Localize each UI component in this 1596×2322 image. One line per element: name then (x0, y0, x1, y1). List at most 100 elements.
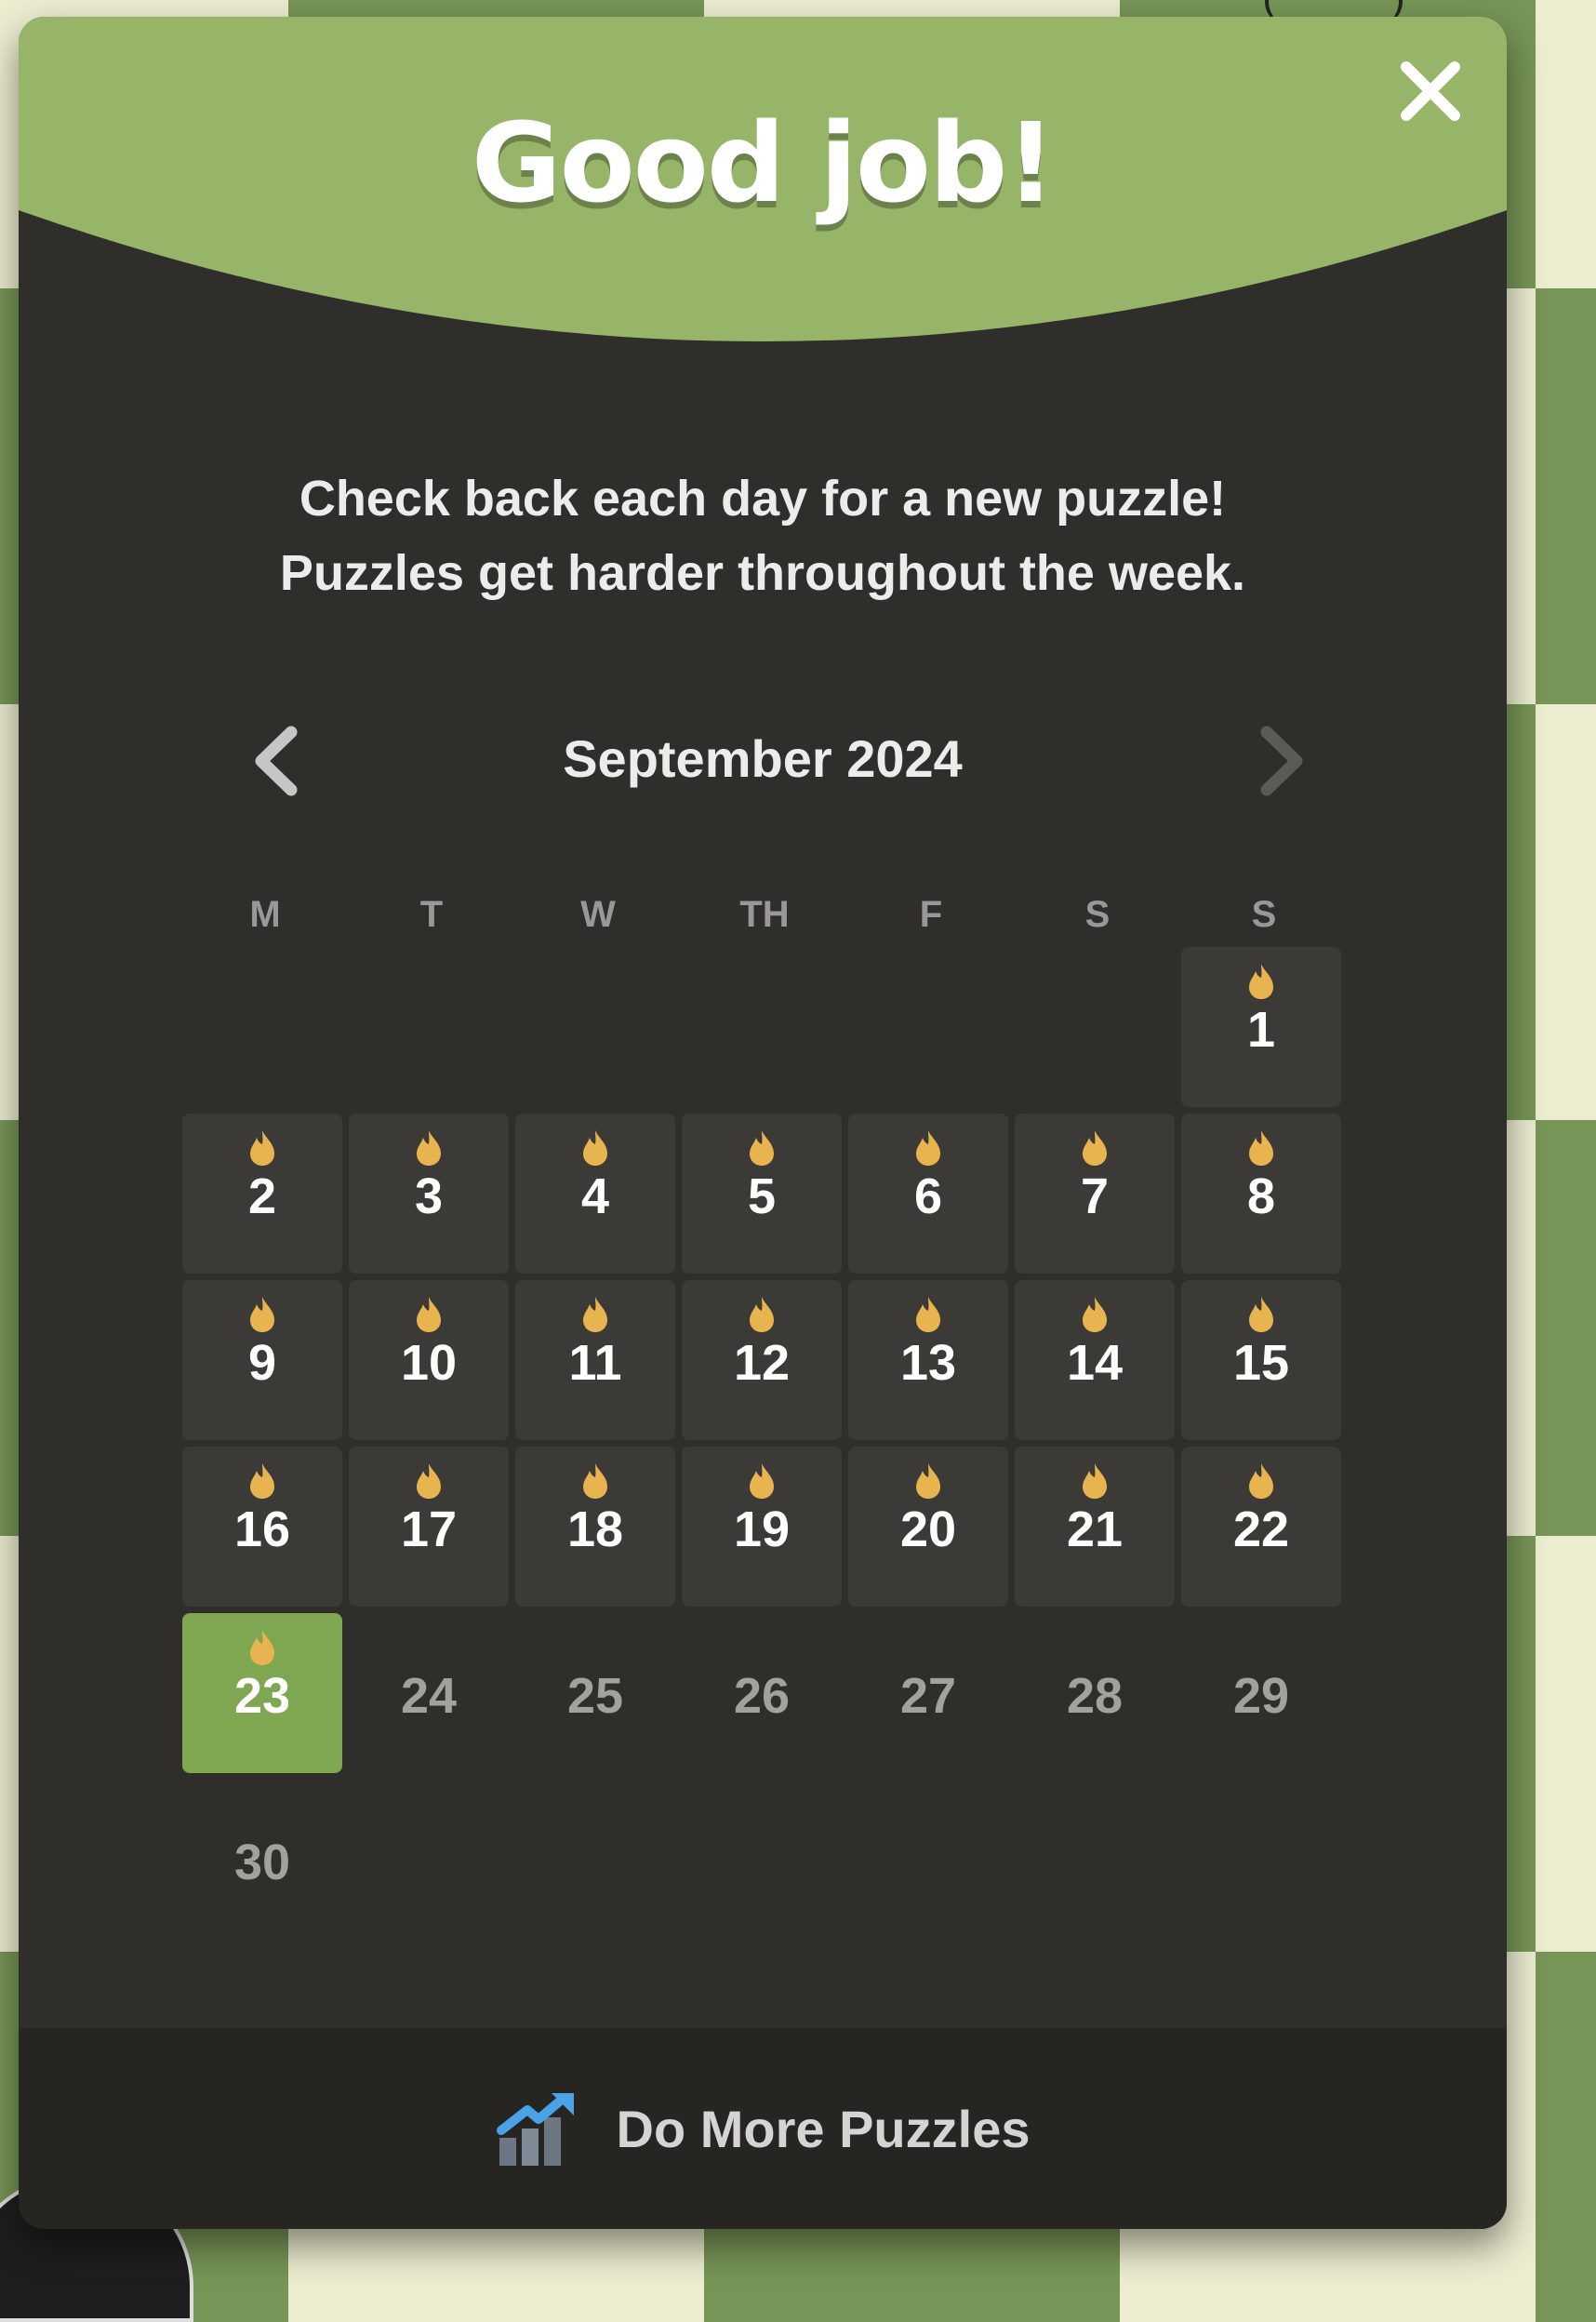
calendar-grid: 1 2 3 4 5 6 7 8 9 10 11 12 13 14 15 16 17 18 19 20 21 22 23 24 2… (182, 947, 1354, 1940)
modal-title: Good job! (471, 99, 1056, 227)
day-number: 17 (400, 1501, 458, 1557)
calendar-day-3[interactable]: 3 (349, 1114, 509, 1274)
day-number: 15 (1232, 1335, 1290, 1391)
calendar-day-7[interactable]: 7 (1015, 1114, 1175, 1274)
day-number: 19 (733, 1501, 791, 1557)
day-number: 24 (400, 1668, 458, 1724)
calendar-day-15[interactable]: 15 (1181, 1280, 1341, 1440)
calendar-day-8[interactable]: 8 (1181, 1114, 1341, 1274)
do-more-puzzles-button[interactable]: Do More Puzzles (19, 2028, 1507, 2229)
weekday-label: S (1251, 894, 1277, 935)
flame-icon (1249, 964, 1273, 999)
calendar-day-29: 29 (1181, 1613, 1341, 1773)
day-number: 8 (1246, 1168, 1276, 1224)
month-navigation: September 2024 (19, 719, 1507, 803)
calendar-day-17[interactable]: 17 (349, 1447, 509, 1607)
day-number: 20 (899, 1501, 957, 1557)
calendar-day-9[interactable]: 9 (182, 1280, 342, 1440)
weekday-label: M (249, 894, 281, 935)
day-number: 2 (247, 1168, 277, 1224)
flame-icon (417, 1463, 441, 1499)
flame-icon (750, 1463, 774, 1499)
flame-icon (583, 1297, 607, 1332)
weekday-label: W (580, 894, 616, 935)
flame-icon (417, 1297, 441, 1332)
day-number: 16 (233, 1501, 291, 1557)
flame-icon (417, 1130, 441, 1166)
calendar-day-6[interactable]: 6 (848, 1114, 1008, 1274)
calendar-day-20[interactable]: 20 (848, 1447, 1008, 1607)
flame-icon (916, 1130, 940, 1166)
flame-icon (583, 1463, 607, 1499)
calendar-day-18[interactable]: 18 (515, 1447, 675, 1607)
calendar-day-1[interactable]: 1 (1181, 947, 1341, 1107)
day-number: 9 (247, 1335, 277, 1391)
do-more-puzzles-label: Do More Puzzles (616, 2099, 1031, 2158)
calendar-day-21[interactable]: 21 (1015, 1447, 1175, 1607)
flame-icon (250, 1130, 274, 1166)
flame-icon (250, 1630, 274, 1665)
flame-icon (250, 1297, 274, 1332)
day-number: 1 (1246, 1002, 1276, 1058)
empty-day-cell (682, 947, 842, 1107)
chevron-right-icon (1260, 726, 1303, 796)
calendar-day-25: 25 (515, 1613, 675, 1773)
flame-icon (1249, 1130, 1273, 1166)
empty-day-cell (1015, 947, 1175, 1107)
calendar-day-28: 28 (1015, 1613, 1175, 1773)
calendar-day-14[interactable]: 14 (1015, 1280, 1175, 1440)
day-number: 12 (733, 1335, 791, 1391)
flame-icon (916, 1297, 940, 1332)
flame-icon (250, 1463, 274, 1499)
flame-icon (583, 1130, 607, 1166)
day-number: 4 (580, 1168, 610, 1224)
modal-header: Good job! (19, 17, 1507, 352)
calendar-day-2[interactable]: 2 (182, 1114, 342, 1274)
calendar-day-10[interactable]: 10 (349, 1280, 509, 1440)
calendar-day-12[interactable]: 12 (682, 1280, 842, 1440)
day-number: 14 (1066, 1335, 1124, 1391)
weekday-header: M T W TH F S S (182, 891, 1354, 938)
day-number: 29 (1232, 1668, 1290, 1724)
flame-icon (1083, 1297, 1107, 1332)
calendar-day-23[interactable]: 23 (182, 1613, 342, 1773)
day-number: 18 (566, 1501, 624, 1557)
calendar-day-26: 26 (682, 1613, 842, 1773)
flame-icon (1083, 1463, 1107, 1499)
calendar-day-30: 30 (182, 1780, 342, 1940)
empty-day-cell (182, 947, 342, 1107)
day-number: 7 (1080, 1168, 1110, 1224)
flame-icon (750, 1297, 774, 1332)
day-number: 10 (400, 1335, 458, 1391)
subtitle-line: Puzzles get harder throughout the week. (279, 545, 1246, 601)
flame-icon (750, 1130, 774, 1166)
calendar-day-16[interactable]: 16 (182, 1447, 342, 1607)
close-icon (1401, 61, 1460, 121)
day-number: 11 (568, 1335, 622, 1391)
flame-icon (1249, 1297, 1273, 1332)
day-number: 21 (1066, 1501, 1124, 1557)
calendar-day-13[interactable]: 13 (848, 1280, 1008, 1440)
calendar-day-24: 24 (349, 1613, 509, 1773)
weekday-label: TH (739, 894, 790, 935)
day-number: 28 (1066, 1668, 1124, 1724)
chart-up-icon (496, 2093, 574, 2166)
day-number: 25 (566, 1668, 624, 1724)
calendar-day-11[interactable]: 11 (515, 1280, 675, 1440)
empty-day-cell (848, 947, 1008, 1107)
calendar-day-5[interactable]: 5 (682, 1114, 842, 1274)
daily-puzzle-complete-modal: Good job! Check back each day for a new … (19, 17, 1507, 2229)
weekday-label: T (419, 894, 444, 935)
calendar-day-19[interactable]: 19 (682, 1447, 842, 1607)
day-number: 30 (233, 1835, 291, 1890)
next-month-button[interactable] (1237, 719, 1321, 803)
day-number: 6 (913, 1168, 943, 1224)
close-button[interactable] (1395, 56, 1466, 127)
calendar-day-4[interactable]: 4 (515, 1114, 675, 1274)
weekday-label: F (919, 894, 943, 935)
empty-day-cell (515, 947, 675, 1107)
day-number: 22 (1232, 1501, 1290, 1557)
calendar-day-22[interactable]: 22 (1181, 1447, 1341, 1607)
day-number: 5 (747, 1168, 777, 1224)
flame-icon (1249, 1463, 1273, 1499)
